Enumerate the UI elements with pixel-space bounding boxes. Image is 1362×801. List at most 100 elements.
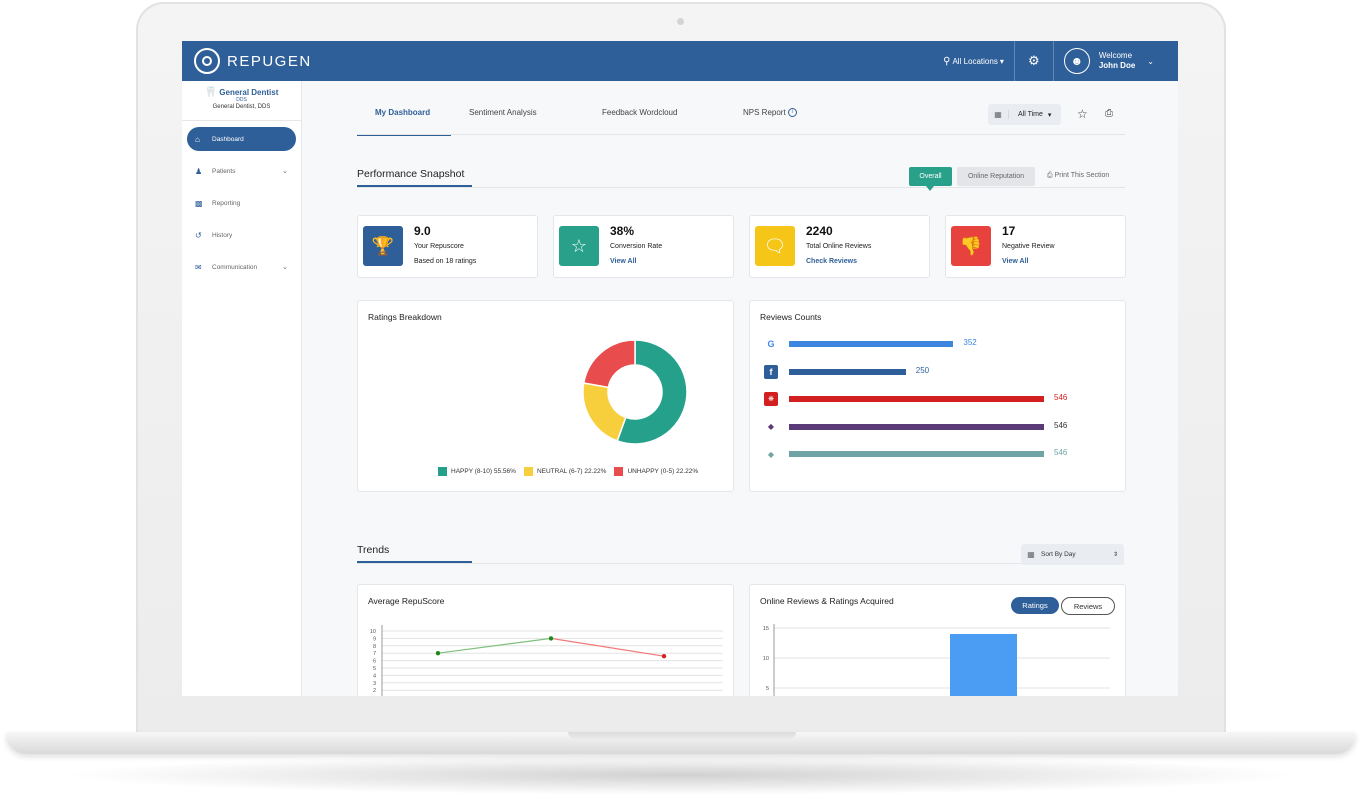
legend-pct: 22.22% xyxy=(676,468,699,475)
performance-snapshot-title: Performance Snapshot xyxy=(357,168,473,187)
thumbs-down-icon: 👎 xyxy=(951,226,991,266)
time-filter-select[interactable]: ▦ All Time ▾ xyxy=(988,104,1061,125)
sidebar-nav: ⌂ Dashboard ♟ Patients ⌄ ▩ Reporting ↺ H… xyxy=(182,127,301,279)
chevron-down-icon: ⌄ xyxy=(282,264,288,271)
favorite-star-icon[interactable]: ☆ xyxy=(1077,107,1088,121)
print-icon: ⎙ xyxy=(1047,172,1053,179)
bar-chart-icon: ▩ xyxy=(195,198,203,208)
review-count-value: 546 xyxy=(1054,393,1068,402)
segment-overall-button[interactable]: Overall xyxy=(909,167,952,191)
welcome-label: Welcome xyxy=(1098,51,1133,60)
google-icon: G xyxy=(767,339,775,349)
app-screen: REPUGEN ⚲ All Locations ▾ ⚙ ☻ Welcome Jo… xyxy=(182,41,1178,696)
y-tick-label: 8 xyxy=(373,644,376,650)
mail-icon: ✉ xyxy=(195,262,202,272)
y-tick-label: 3 xyxy=(373,681,376,687)
brand-name: REPUGEN xyxy=(227,52,312,70)
legend-label: UNHAPPY (0-5) xyxy=(627,468,675,475)
divider xyxy=(357,187,1125,188)
divider xyxy=(357,563,1125,564)
sidebar-item-reporting[interactable]: ▩ Reporting xyxy=(187,191,296,215)
y-tick-label: 4 xyxy=(373,673,376,679)
trends-title: Trends xyxy=(357,544,474,563)
reviews-counts-panel: Reviews Counts G 352 f 250 ❋ 546 ◆ 546 ◆ 546 xyxy=(749,300,1126,492)
y-tick-label: 9 xyxy=(373,636,376,642)
stat-card-negative-review: 👎 17 Negative Review View All xyxy=(945,215,1126,278)
tab-my-dashboard[interactable]: My Dashboard xyxy=(357,108,451,136)
camera-dot xyxy=(677,18,684,25)
stat-value: 2240 xyxy=(806,224,833,238)
average-repuscore-line-chart: 109 87 654 32 xyxy=(370,625,723,696)
y-tick-label: 10 xyxy=(763,656,769,662)
view-all-link[interactable]: View All xyxy=(1002,258,1028,265)
review-site-icon: ◆ xyxy=(767,449,775,459)
legend-label: NEUTRAL (6-7) xyxy=(536,468,583,475)
top-bar: REPUGEN ⚲ All Locations ▾ ⚙ ☻ Welcome Jo… xyxy=(182,41,1178,81)
laptop-shadow xyxy=(60,755,1302,795)
print-icon[interactable]: ⎙ xyxy=(1105,108,1113,119)
review-count-row-facebook: f 250 xyxy=(764,364,1114,379)
laptop-notch xyxy=(568,732,796,739)
data-point xyxy=(661,653,667,659)
sidebar-item-communication[interactable]: ✉ Communication ⌄ xyxy=(187,255,296,279)
user-avatar-icon: ☻ xyxy=(1063,48,1090,74)
y-tick-label: 6 xyxy=(373,659,376,665)
sort-by-select[interactable]: ▦ Sort By Day ⇕ xyxy=(1021,544,1124,565)
laptop-base xyxy=(6,732,1356,754)
review-count-value: 352 xyxy=(963,338,977,347)
brand-logo[interactable]: REPUGEN xyxy=(194,48,312,74)
locations-dropdown[interactable]: ⚲ All Locations ▾ xyxy=(933,41,1014,81)
star-icon: ☆ xyxy=(559,226,599,266)
panel-title: Reviews Counts xyxy=(760,312,822,322)
review-count-bar xyxy=(789,423,1044,430)
stat-card-online-reviews: 🗨 2240 Total Online Reviews Check Review… xyxy=(749,215,930,278)
tooth-icon: 🦷 xyxy=(204,87,218,98)
location-pin-icon: ⚲ xyxy=(943,55,951,67)
stat-label: Negative Review xyxy=(1002,243,1055,250)
tab-feedback-wordcloud[interactable]: Feedback Wordcloud xyxy=(584,108,725,136)
ratings-breakdown-panel: Ratings Breakdown HAPPY (8-10) 55.56% NE… xyxy=(357,300,734,492)
review-count-value: 546 xyxy=(1054,448,1068,457)
print-section-button[interactable]: ⎙ Print This Section xyxy=(1047,172,1109,180)
facebook-icon: f xyxy=(764,364,778,379)
divider xyxy=(357,134,1125,135)
legend-swatch xyxy=(614,467,624,476)
review-count-bar xyxy=(789,396,1044,402)
sidebar-item-label: History xyxy=(212,231,233,239)
user-name: John Doe xyxy=(1098,61,1136,70)
y-tick-label: 15 xyxy=(763,626,769,632)
clinic-logo-text: General Dentist xyxy=(219,88,279,97)
settings-gear-icon[interactable]: ⚙ xyxy=(1015,41,1053,81)
stat-value: 17 xyxy=(1002,224,1016,238)
data-point xyxy=(435,651,441,656)
segment-online-reputation-button[interactable]: Online Reputation xyxy=(957,167,1035,186)
tab-sentiment-analysis[interactable]: Sentiment Analysis xyxy=(451,108,584,136)
sidebar-item-patients[interactable]: ♟ Patients ⌄ xyxy=(187,159,296,183)
sidebar-item-history[interactable]: ↺ History xyxy=(187,223,296,247)
users-icon: ♟ xyxy=(195,166,203,176)
legend-label: HAPPY (8-10) xyxy=(451,468,493,475)
clinic-logo-sub: DDS xyxy=(236,97,247,103)
repugen-logo-icon xyxy=(194,48,220,74)
check-reviews-link[interactable]: Check Reviews xyxy=(806,258,857,265)
tab-nps-report[interactable]: NPS Report i xyxy=(725,108,843,136)
tab-label: NPS Report xyxy=(743,108,786,117)
review-count-value: 250 xyxy=(915,365,930,375)
calendar-icon: ▦ xyxy=(988,110,1009,119)
clinic-name: General Dentist, DDS xyxy=(212,104,271,110)
info-icon: i xyxy=(787,108,797,117)
online-reviews-bar-chart: 15 10 5 xyxy=(763,624,1110,696)
user-menu[interactable]: ☻ Welcome John Doe ⌄ xyxy=(1054,41,1178,81)
view-all-link[interactable]: View All xyxy=(610,258,636,265)
review-count-bar xyxy=(789,341,954,347)
average-repuscore-panel: Average RepuScore 10 9 8 7 6 5 4 3 2 xyxy=(357,584,734,696)
top-bar-actions: ⚲ All Locations ▾ ⚙ ☻ Welcome John Doe ⌄ xyxy=(933,41,1178,81)
sidebar: 🦷 General Dentist DDS General Dentist, D… xyxy=(182,81,302,696)
legend-pct: 55.56% xyxy=(493,468,516,475)
sidebar-item-label: Reporting xyxy=(212,199,241,207)
sidebar-item-dashboard[interactable]: ⌂ Dashboard xyxy=(187,127,296,151)
stat-subtext: Based on 18 ratings xyxy=(414,258,477,265)
online-reviews-panel: Online Reviews & Ratings Acquired Rating… xyxy=(749,584,1126,696)
calendar-icon: ▦ xyxy=(1027,550,1035,559)
legend-swatch xyxy=(438,467,447,476)
